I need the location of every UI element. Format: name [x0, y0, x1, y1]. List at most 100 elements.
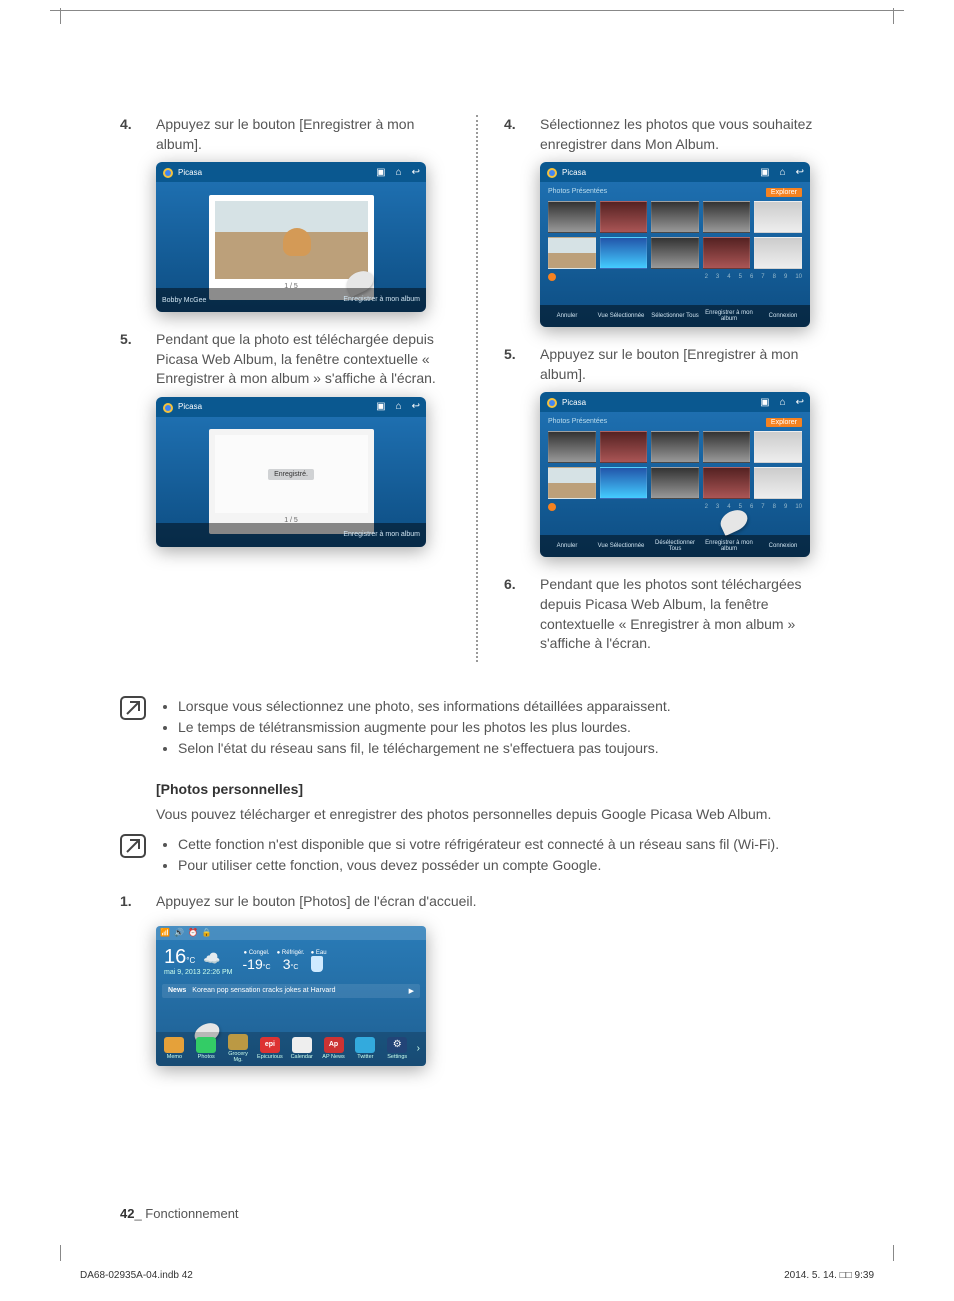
screenshot-title: Picasa: [562, 168, 756, 177]
step-number: 5.: [120, 330, 156, 389]
view-selected-label: Vue Sélectionnée: [594, 313, 648, 320]
connection-label: Connexion: [756, 313, 810, 320]
screenshot-header: Picasa ▣ ⌂ ↩: [156, 397, 426, 417]
save-to-album-label: Enregistrer à mon album: [343, 296, 420, 304]
step-number: 4.: [120, 115, 156, 154]
screenshot-body: 1 / 5 Bobby McGee Enregistrer à mon albu…: [156, 182, 426, 312]
section-label: _ Fonctionnement: [134, 1206, 238, 1221]
cancel-label: Annuler: [540, 313, 594, 320]
save-icon: ▣: [376, 167, 385, 178]
thumb: [754, 431, 802, 463]
right-step-5: 5. Appuyez sur le bouton [Enregistrer à …: [504, 345, 834, 384]
alarm-icon: ⏰: [188, 928, 198, 937]
screenshot-header-icons: ▣ ⌂ ↩: [760, 397, 804, 408]
page-num: 8: [773, 274, 776, 280]
news-ticker: News Korean pop sensation cracks jokes a…: [162, 984, 420, 998]
screenshot-header: Picasa ▣ ⌂ ↩: [540, 162, 810, 182]
save-icon: ▣: [760, 167, 769, 178]
app-grocery: Grocery Mg.: [224, 1034, 253, 1063]
step-text: Appuyez sur le bouton [Enregistrer à mon…: [540, 345, 834, 384]
screenshot-home-screen: 📶 🔊 ⏰ 🔒 16°C ☁️ mai 9, 2013 22:26 PM ● C…: [156, 926, 426, 1066]
temp-unit: °C: [186, 956, 195, 965]
note-bullet: Selon l'état du réseau sans fil, le télé…: [178, 738, 671, 759]
freezer-value: ● Congel. -19°C: [243, 950, 271, 972]
twitter-icon: [355, 1037, 375, 1053]
thumb: [548, 431, 596, 463]
note-bullets: Cette fonction n'est disponible que si v…: [162, 834, 779, 876]
app-apnews: ApAP News: [319, 1037, 348, 1060]
left-column: 4. Appuyez sur le bouton [Enregistrer à …: [120, 115, 450, 662]
home-screen-body: 📶 🔊 ⏰ 🔒 16°C ☁️ mai 9, 2013 22:26 PM ● C…: [156, 926, 426, 1066]
column-divider: [476, 115, 478, 662]
pager-numbers: 2 3 4 5 6 7 8 9 10: [705, 274, 802, 280]
freezer-temp: -19: [243, 956, 263, 972]
note-icon: [120, 696, 146, 720]
fridge-values: ● Congel. -19°C ● Réfrigér. 3°C ● Eau: [243, 950, 327, 972]
left-step-5: 5. Pendant que la photo est téléchargée …: [120, 330, 450, 389]
screenshot-grid-footer: Annuler Vue Sélectionnée Sélectionner To…: [540, 305, 810, 327]
home-icon: ⌂: [396, 167, 402, 178]
screenshot-footer: Enregistrer à mon album: [156, 523, 426, 547]
app-twitter: Twitter: [351, 1037, 380, 1060]
page-num: 7: [761, 274, 764, 280]
page-num: 4: [727, 504, 730, 510]
save-icon: ▣: [376, 401, 385, 412]
step-number: 1.: [120, 892, 156, 912]
note-bullet: Le temps de télétransmission augmente po…: [178, 717, 671, 738]
fridge-dot-icon: ●: [277, 950, 281, 956]
page-num: 2: [705, 504, 708, 510]
left-step-4: 4. Appuyez sur le bouton [Enregistrer à …: [120, 115, 450, 154]
step-text: Appuyez sur le bouton [Photos] de l'écra…: [156, 892, 834, 912]
doc-timestamp: 2014. 5. 14. □□ 9:39: [784, 1270, 874, 1281]
note-bullet: Cette fonction n'est disponible que si v…: [178, 834, 779, 855]
news-text: Korean pop sensation cracks jokes at Har…: [192, 987, 335, 994]
fridge-temp: 3: [283, 956, 291, 972]
screenshot-picasa-single-photo: Picasa ▣ ⌂ ↩ 1 / 5: [156, 162, 426, 312]
back-icon: ↩: [796, 167, 804, 178]
thumb: [651, 237, 699, 269]
app-bar: Memo Photos Grocery Mg. epiEpicurious Ca…: [156, 1032, 426, 1066]
save-icon: ▣: [760, 397, 769, 408]
more-apps-chevron-icon: ›: [415, 1043, 422, 1054]
temp-unit: °C: [263, 964, 271, 971]
thumb: [600, 467, 648, 499]
explore-button: Explorer: [766, 188, 802, 197]
thumb: [548, 237, 596, 269]
photos-icon: [196, 1037, 216, 1053]
note-block-2: Cette fonction n'est disponible que si v…: [120, 834, 834, 876]
app-epicurious: epiEpicurious: [255, 1037, 284, 1060]
photo-frame: 1 / 5: [209, 429, 374, 534]
apnews-icon: Ap: [324, 1037, 344, 1053]
screenshot-picasa-grid-select: Picasa ▣ ⌂ ↩ Photos Présentées Explorer: [540, 162, 810, 327]
screenshot-body: Photos Présentées Explorer: [540, 182, 810, 327]
app-photos: Photos: [192, 1037, 221, 1060]
step-number: 4.: [504, 115, 540, 154]
thumb: [754, 201, 802, 233]
screenshot-grid-footer: Annuler Vue Sélectionnée Désélectionner …: [540, 535, 810, 557]
app-calendar: Calendar: [287, 1037, 316, 1060]
screenshot-picasa-saving-popup: Picasa ▣ ⌂ ↩ 1 / 5 Enregistré. Enregistr…: [156, 397, 426, 547]
water-label: ● Eau: [311, 950, 327, 956]
screenshot-body: Photos Présentées Explorer: [540, 412, 810, 557]
section-subtext: Vous pouvez télécharger et enregistrer d…: [156, 805, 834, 825]
screenshot-header-icons: ▣ ⌂ ↩: [376, 167, 420, 178]
calendar-icon: [292, 1037, 312, 1053]
document-meta: DA68-02935A-04.indb 42 2014. 5. 14. □□ 9…: [80, 1270, 874, 1281]
thumb: [600, 201, 648, 233]
step-text: Pendant que la photo est téléchargée dep…: [156, 330, 450, 389]
featured-photos-label: Photos Présentées: [548, 418, 607, 427]
screenshot-header: Picasa ▣ ⌂ ↩: [156, 162, 426, 182]
thumb: [703, 201, 751, 233]
exterior-temp: 16: [164, 946, 186, 968]
save-to-album-label: Enregistrer à mon album: [702, 310, 756, 323]
note-bullet: Pour utiliser cette fonction, vous devez…: [178, 855, 779, 876]
view-selected-label: Vue Sélectionnée: [594, 543, 648, 550]
screenshot-footer: Bobby McGee Enregistrer à mon album: [156, 288, 426, 312]
thumb: [548, 201, 596, 233]
current-page-dot-icon: [548, 503, 556, 511]
step-text: Sélectionnez les photos que vous souhait…: [540, 115, 834, 154]
screenshot-subbar: Photos Présentées Explorer: [548, 416, 802, 431]
picasa-logo-icon: [546, 166, 558, 178]
screenshot-picasa-grid-save: Picasa ▣ ⌂ ↩ Photos Présentées Explorer: [540, 392, 810, 557]
date-time: mai 9, 2013 22:26 PM: [164, 969, 233, 976]
